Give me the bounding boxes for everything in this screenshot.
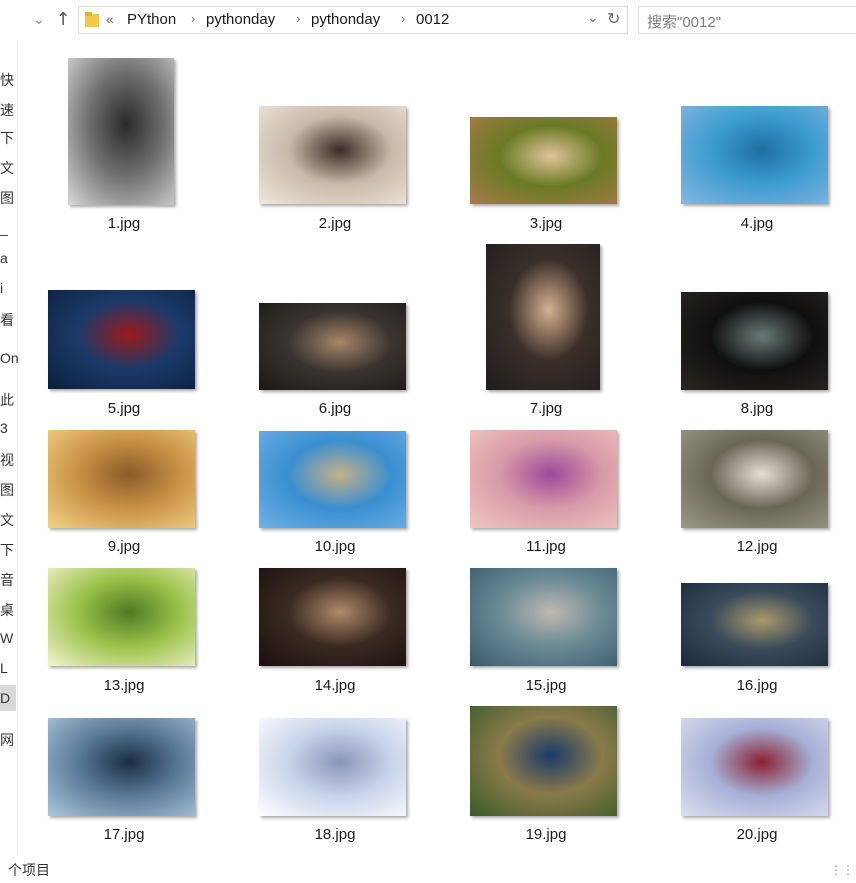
thumbnail-image[interactable]	[681, 583, 828, 666]
nav-item[interactable]: D	[0, 690, 10, 706]
file-name-label[interactable]: 17.jpg	[44, 826, 204, 843]
breadcrumb-item[interactable]: 0012	[416, 11, 449, 28]
file-name-label[interactable]: 19.jpg	[466, 826, 626, 843]
nav-item[interactable]: On	[0, 350, 19, 366]
breadcrumb-separator-icon[interactable]: ›	[191, 11, 195, 26]
up-arrow-icon[interactable]: ↑	[52, 9, 74, 31]
thumbnail-image[interactable]	[470, 568, 617, 666]
address-dropdown-icon[interactable]: ⌄	[587, 9, 599, 26]
file-name-label[interactable]: 5.jpg	[44, 400, 204, 417]
thumbnail-image[interactable]	[681, 292, 828, 390]
nav-item[interactable]: i	[0, 280, 3, 296]
file-name-label[interactable]: 7.jpg	[466, 400, 626, 417]
nav-item[interactable]: 文	[0, 158, 14, 178]
file-name-label[interactable]: 11.jpg	[466, 538, 626, 555]
nav-item[interactable]: 视	[0, 450, 14, 470]
thumbnail-image[interactable]	[681, 430, 828, 528]
nav-item[interactable]: W	[0, 630, 13, 646]
file-name-label[interactable]: 2.jpg	[255, 215, 415, 232]
nav-item[interactable]: 图	[0, 480, 14, 500]
breadcrumb-item[interactable]: PYthon	[127, 11, 176, 28]
file-name-label[interactable]: 4.jpg	[677, 215, 837, 232]
nav-item[interactable]: 快	[0, 70, 14, 90]
thumbnail-image[interactable]	[259, 303, 406, 390]
thumbnail-image[interactable]	[48, 290, 195, 389]
nav-item[interactable]: 此	[0, 390, 14, 410]
thumbnail-image[interactable]	[681, 718, 828, 816]
thumbnail-image[interactable]	[681, 106, 828, 204]
toolbar: ⌄ ↑ « PYthon › pythonday › pythonday › 0…	[0, 0, 856, 40]
thumbnail-image[interactable]	[470, 706, 617, 816]
thumbnail-image[interactable]	[259, 718, 406, 816]
refresh-icon[interactable]: ↻	[607, 9, 620, 29]
thumbnail-image[interactable]	[486, 244, 600, 390]
nav-item[interactable]: 网	[0, 730, 14, 750]
thumbnail-image[interactable]	[48, 568, 195, 666]
nav-item[interactable]: 音	[0, 570, 14, 590]
nav-item[interactable]: 桌	[0, 600, 14, 620]
nav-item[interactable]: 速	[0, 100, 14, 120]
nav-item[interactable]: L	[0, 660, 8, 676]
nav-item[interactable]: a	[0, 250, 8, 266]
thumbnail-image[interactable]	[470, 430, 617, 528]
file-name-label[interactable]: 12.jpg	[677, 538, 837, 555]
breadcrumb-separator-icon[interactable]: ›	[296, 11, 300, 26]
thumbnail-image[interactable]	[48, 430, 195, 528]
status-bar: 个项目 ⋮⋮	[0, 857, 856, 883]
folder-icon	[85, 12, 99, 27]
file-name-label[interactable]: 6.jpg	[255, 400, 415, 417]
breadcrumb-item[interactable]: pythonday	[206, 11, 275, 28]
breadcrumb-separator-icon[interactable]: ›	[401, 11, 405, 26]
nav-item[interactable]: 文	[0, 510, 14, 530]
navigation-pane: 快 速 下 文 图 _ a i 看 On 此 3 视 图 文 下 音 桌 W L…	[0, 40, 19, 855]
thumbnail-image[interactable]	[48, 718, 195, 816]
recent-locations-chevron-icon[interactable]: ⌄	[28, 9, 50, 31]
nav-item[interactable]: _	[0, 220, 8, 236]
nav-item[interactable]: 3	[0, 420, 8, 436]
file-name-label[interactable]: 9.jpg	[44, 538, 204, 555]
breadcrumb-item[interactable]: pythonday	[311, 11, 380, 28]
overflow-chevron[interactable]: «	[106, 11, 114, 27]
thumbnail-image[interactable]	[259, 568, 406, 666]
search-input[interactable]: 搜索"0012"	[638, 6, 856, 34]
file-name-label[interactable]: 15.jpg	[466, 677, 626, 694]
file-name-label[interactable]: 10.jpg	[255, 538, 415, 555]
nav-item[interactable]: 看	[0, 310, 14, 330]
file-name-label[interactable]: 18.jpg	[255, 826, 415, 843]
file-name-label[interactable]: 16.jpg	[677, 677, 837, 694]
item-count-label: 个项目	[8, 862, 50, 878]
file-name-label[interactable]: 3.jpg	[466, 215, 626, 232]
file-name-label[interactable]: 20.jpg	[677, 826, 837, 843]
file-name-label[interactable]: 1.jpg	[44, 215, 204, 232]
resize-grip-icon[interactable]: ⋮⋮	[830, 863, 854, 877]
thumbnail-image[interactable]	[68, 58, 174, 205]
thumbnail-image[interactable]	[259, 431, 406, 528]
file-name-label[interactable]: 14.jpg	[255, 677, 415, 694]
nav-item[interactable]: 下	[0, 128, 14, 148]
nav-item[interactable]: 下	[0, 540, 14, 560]
address-bar[interactable]: « PYthon › pythonday › pythonday › 0012 …	[78, 6, 628, 34]
file-name-label[interactable]: 8.jpg	[677, 400, 837, 417]
thumbnail-image[interactable]	[259, 106, 406, 204]
file-name-label[interactable]: 13.jpg	[44, 677, 204, 694]
nav-item[interactable]: 图	[0, 188, 14, 208]
thumbnail-image[interactable]	[470, 117, 617, 204]
